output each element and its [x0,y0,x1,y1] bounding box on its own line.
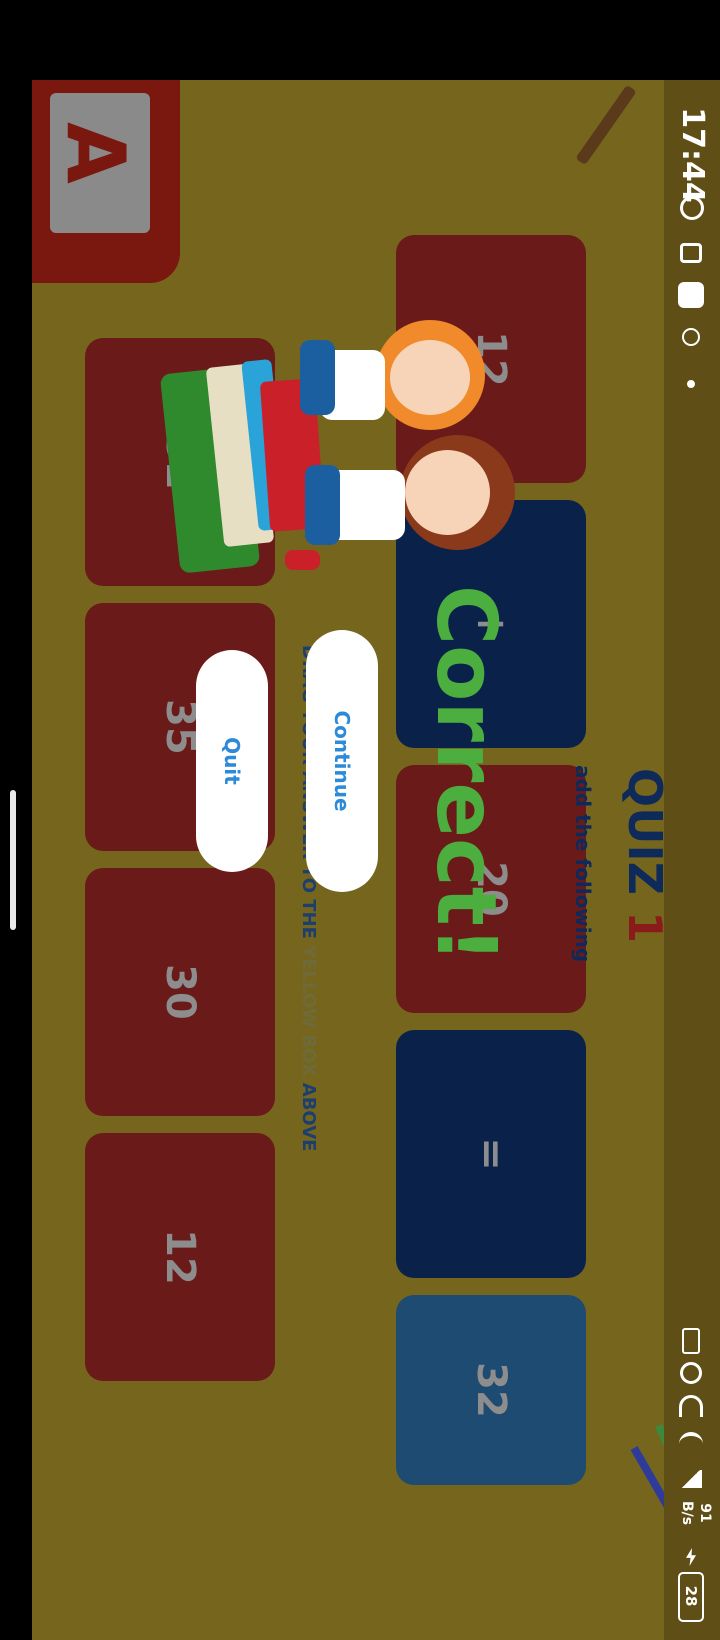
net-speed-unit: B/s [679,1500,695,1526]
vibrate-icon [682,1328,700,1354]
top-system-area [0,0,720,80]
status-bar: 17:44 91 B/s 28 [664,0,720,1640]
quiz-subtitle: add the following [571,765,595,963]
left-system-area [0,0,32,1640]
message-icon [680,243,702,263]
pencil-decoration [575,84,637,166]
wifi-icon [679,1432,703,1456]
choice-value: 12 [157,1229,203,1285]
equation-equals-tile: = [396,1030,586,1278]
answer-value: 32 [468,1362,514,1418]
kids-on-books-illustration [159,310,515,620]
quiz-title: QUIZ 1 [618,768,672,943]
battery-level: 28 [682,1585,700,1607]
instruction-highlight: YELLOW BOX [298,945,319,1077]
answer-drop-box[interactable]: 32 [396,1295,586,1485]
choice-tile[interactable]: 12 [85,1133,275,1381]
continue-label: Continue [330,710,354,812]
continue-button[interactable]: Continue [306,630,378,892]
instruction-part3: ABOVE [298,1076,319,1152]
more-notifications-dot-icon [687,380,695,388]
net-speed-value: 91 [697,1503,713,1523]
choice-value: 30 [157,964,203,1020]
app-notification-icon [682,328,700,346]
quit-label: Quit [220,737,244,785]
signal-icon [680,1470,702,1488]
choice-tile[interactable]: 30 [85,868,275,1116]
headset-icon [679,1395,703,1417]
quit-button[interactable]: Quit [196,650,268,872]
letter-block-decoration: A [30,78,180,283]
letter-a-icon: A [49,122,142,184]
whatsapp-icon [680,196,704,220]
status-time: 17:44 [675,107,710,203]
charging-icon [686,1548,696,1566]
equation-equals: = [468,1137,514,1171]
correct-message: Correct! [418,585,513,964]
navigation-handle[interactable] [10,790,16,930]
chat-icon [678,282,704,308]
alarm-icon [680,1362,702,1384]
game-stage: A 12 + 20 = 32 32 35 30 12 QUIZ 1 add th… [0,0,720,1640]
